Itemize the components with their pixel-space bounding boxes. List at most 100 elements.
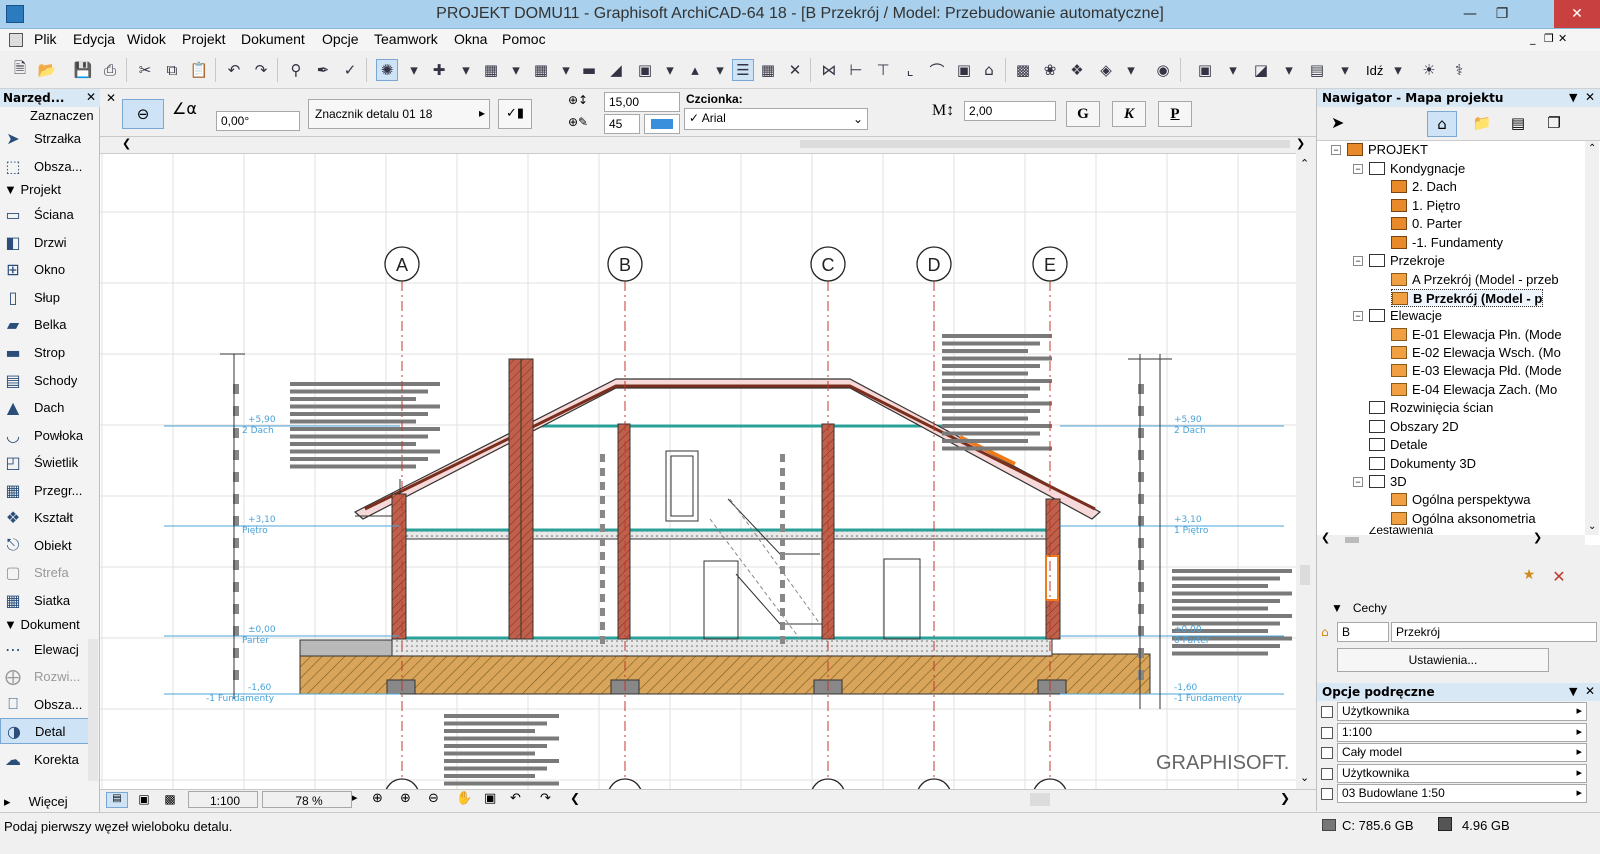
tool-change[interactable]: ☁ Korekta: [0, 746, 92, 772]
copy-icon[interactable]: ⧉: [161, 59, 183, 81]
document-menu-icon[interactable]: [9, 33, 23, 47]
tool-slab[interactable]: ▬ Strop: [0, 339, 92, 365]
quick-scale[interactable]: 1:100: [1337, 723, 1587, 742]
menu-opcje[interactable]: Opcje: [322, 31, 359, 47]
quick-model-view-options[interactable]: 03 Budowlane 1:50: [1337, 784, 1587, 803]
grid-dropdown-icon[interactable]: ▾: [555, 59, 577, 81]
walk-icon[interactable]: ⚕: [1448, 59, 1470, 81]
tool-arrow[interactable]: ➤ Strzałka: [0, 125, 92, 151]
eyedropper-icon[interactable]: ✒: [312, 59, 334, 81]
pan-hand-icon[interactable]: ✋: [456, 791, 472, 806]
trim-icon[interactable]: ⋈: [818, 59, 840, 81]
tree-section-b[interactable]: B Przekrój (Model - p: [1391, 289, 1544, 307]
close-x-icon[interactable]: ✕: [784, 59, 806, 81]
find-select-icon[interactable]: ⚲: [285, 59, 307, 81]
tool-skylight[interactable]: ◰ Świetlik: [0, 449, 92, 475]
tree-story-foundation[interactable]: -1. Fundamenty: [1391, 234, 1503, 252]
properties-header[interactable]: ▼ Cechy: [1331, 601, 1387, 615]
grid-snap-icon[interactable]: ▦: [530, 59, 552, 81]
navigator-actions-icon[interactable]: ➤: [1331, 113, 1344, 132]
cut-icon[interactable]: ✂: [134, 59, 156, 81]
navigator-vscroll[interactable]: ⌃ ⌄: [1585, 141, 1599, 535]
syringe-icon[interactable]: ✓: [339, 59, 361, 81]
fillet-icon[interactable]: ⌒: [926, 59, 948, 81]
3d-view-icon[interactable]: ▣: [134, 792, 154, 808]
text-size-field[interactable]: 2,00: [964, 101, 1056, 121]
view-dropdown-icon[interactable]: ▾: [1278, 59, 1300, 81]
tree-3d-documents[interactable]: Dokumenty 3D: [1369, 455, 1476, 473]
window-icon[interactable]: ▣: [1194, 59, 1216, 81]
render-dropdown-icon[interactable]: ▾: [1120, 59, 1142, 81]
canvas-vertical-scrollbar[interactable]: ⌃ ⌄: [1296, 153, 1314, 789]
infobox-close-icon[interactable]: ✕: [106, 91, 116, 105]
minimize-button[interactable]: —: [1452, 0, 1488, 28]
flame-icon[interactable]: ❀: [1039, 59, 1061, 81]
view-name-field[interactable]: Przekrój: [1391, 622, 1597, 642]
save-icon[interactable]: 💾: [72, 59, 94, 81]
tool-mesh[interactable]: ▦ Siatka: [0, 587, 92, 613]
quick-structure-display[interactable]: Cały model: [1337, 743, 1587, 762]
tree-3d[interactable]: −3D: [1353, 473, 1407, 491]
redo-icon[interactable]: ↷: [250, 59, 272, 81]
pen-color-swatch[interactable]: [644, 114, 680, 134]
layer-dropdown-icon[interactable]: ▾: [659, 59, 681, 81]
tool-wall[interactable]: ▭ Ściana: [0, 201, 92, 227]
new-file-icon[interactable]: 🗎: [9, 59, 31, 81]
layer-icon[interactable]: ▣: [634, 59, 656, 81]
section-drawing-canvas[interactable]: ABCDE +5,90 2 Dach +3,10 Piętro ±0,00 Parter -…: [100, 153, 1296, 789]
tree-perspective[interactable]: Ogólna perspektywa: [1391, 491, 1531, 509]
3d-cutaway-icon[interactable]: ▩: [1012, 59, 1034, 81]
layout-dropdown-icon[interactable]: ▾: [1334, 59, 1356, 81]
navigator-hscroll[interactable]: ❮ ❯: [1317, 531, 1585, 545]
mdi-restore-icon[interactable]: ❐: [1544, 32, 1554, 45]
floorplan-view-icon[interactable]: ▤: [106, 792, 128, 808]
tool-zone[interactable]: ▢ Strefa: [0, 559, 92, 585]
tool-detail[interactable]: ◑ Detal: [0, 718, 92, 744]
tree-story-ground[interactable]: 0. Parter: [1391, 215, 1462, 233]
marker-check-icon[interactable]: ✓▮: [498, 99, 532, 129]
menu-dokument[interactable]: Dokument: [241, 31, 305, 47]
markup-icon[interactable]: ☰: [732, 59, 754, 81]
tool-marquee[interactable]: ⬚ Obsza...: [0, 153, 92, 179]
tree-elevation-east[interactable]: E-02 Elewacja Wsch. (Mo: [1391, 344, 1561, 362]
font-select[interactable]: ✓ Arial ⌄: [684, 108, 868, 130]
elevation-dropdown-icon[interactable]: ▾: [709, 59, 731, 81]
split-icon[interactable]: ⊢: [845, 59, 867, 81]
delete-view-icon[interactable]: ✕: [1547, 567, 1571, 589]
guide-dropdown-icon[interactable]: ▾: [455, 59, 477, 81]
quick-options-collapse-icon[interactable]: ▼: [1569, 685, 1577, 698]
open-file-icon[interactable]: 📂: [36, 59, 58, 81]
quick-options-close-icon[interactable]: ✕: [1585, 684, 1595, 698]
underline-button[interactable]: P: [1158, 101, 1192, 127]
bold-button[interactable]: G: [1066, 101, 1100, 127]
snap-dropdown-icon[interactable]: ▾: [403, 59, 425, 81]
tool-interior-elevation[interactable]: ⨁ Rozwi...: [0, 663, 92, 689]
quick-layer-combination[interactable]: Użytkownika: [1337, 702, 1587, 721]
tree-elevation-west[interactable]: E-04 Elewacja Zach. (Mo: [1391, 381, 1557, 399]
render-icon[interactable]: ◈: [1095, 59, 1117, 81]
guide-lines-icon[interactable]: ✚: [428, 59, 450, 81]
tree-interior-elevations[interactable]: Rozwinięcia ścian: [1369, 399, 1493, 417]
tool-roof[interactable]: ▲ Dach: [0, 394, 92, 420]
previous-zoom-icon[interactable]: ↶: [510, 791, 521, 806]
tool-column[interactable]: ▯ Słup: [0, 284, 92, 310]
tool-worksheet[interactable]: ⎕ Obsza...: [0, 691, 92, 717]
zoom-arrow-icon[interactable]: ▸: [352, 791, 366, 804]
offset-icon[interactable]: ▣: [953, 59, 975, 81]
menu-widok[interactable]: Widok: [127, 31, 166, 47]
plane-icon[interactable]: ▬: [578, 59, 600, 81]
tool-elevation[interactable]: ⋯ Elewacj: [0, 636, 92, 662]
menu-teamwork[interactable]: Teamwork: [374, 31, 438, 47]
top-horizontal-scrollbar[interactable]: ❮ ❯: [118, 137, 1312, 153]
tree-story-first[interactable]: 1. Piętro: [1391, 197, 1460, 215]
mdi-minimize-icon[interactable]: _: [1530, 32, 1536, 45]
tool-object[interactable]: ⎋ Obiekt: [0, 532, 92, 558]
go-to-label[interactable]: Idź: [1366, 63, 1383, 78]
mdi-close-icon[interactable]: ✕: [1558, 32, 1567, 45]
elevation-icon[interactable]: ▴: [684, 59, 706, 81]
tree-axonometry[interactable]: Ogólna aksonometria: [1391, 510, 1536, 528]
view-id-field[interactable]: B: [1337, 622, 1389, 642]
marker-size-field[interactable]: 15,00: [604, 92, 680, 112]
tool-stair[interactable]: ▤ Schody: [0, 367, 92, 393]
gravity-icon[interactable]: ▦: [480, 59, 502, 81]
